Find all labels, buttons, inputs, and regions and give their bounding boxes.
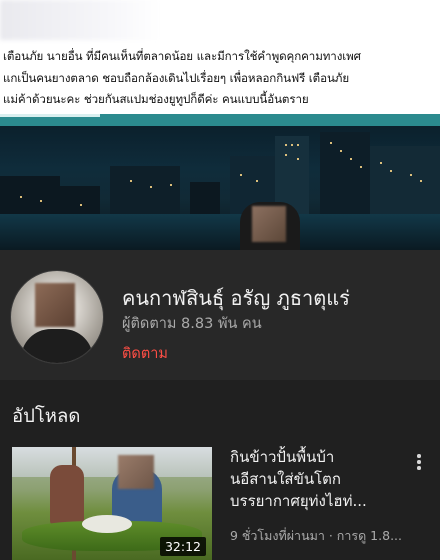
video-title-line: กินข้าวปั้นพื้นบ้า (230, 446, 400, 468)
subscriber-count: ผู้ติดตาม 8.83 พัน คน (122, 312, 262, 335)
video-title[interactable]: กินข้าวปั้นพื้นบ้า นอีสานใส่ขันโตก บรรยา… (230, 446, 400, 512)
blurred-face (252, 206, 286, 242)
channel-header: คนกาฬสินธุ์ อรัญ ภูธาตุแร่ ผู้ติดตาม 8.8… (0, 250, 440, 380)
post-line: เตือนภัย นายอื่น ที่มีคนเห็นที่ตลาดน้อย … (3, 46, 437, 68)
section-title: อัปโหลด (12, 402, 80, 431)
blurred-header (0, 0, 160, 40)
subscribe-button[interactable]: ติดตาม (122, 342, 168, 365)
blurred-face (118, 455, 154, 489)
post-text: เตือนภัย นายอื่น ที่มีคนเห็นที่ตลาดน้อย … (3, 46, 437, 111)
post-line: แกเป็นคนยางตลาด ชอบถือกล้องเดินไปเรื่อยๆ… (3, 68, 437, 90)
rooftop-wall (0, 214, 440, 250)
channel-banner (0, 114, 440, 250)
post-line: แม่ค้าด้วยนะคะ ช่วยกันสแปมช่องยูทูปก็ดีค… (3, 89, 437, 111)
channel-name[interactable]: คนกาฬสินธุ์ อรัญ ภูธาตุแร่ (122, 282, 350, 314)
more-vert-icon[interactable] (413, 452, 425, 472)
channel-avatar[interactable] (10, 270, 104, 364)
video-thumbnail[interactable]: 32:12 (12, 447, 212, 560)
video-title-line: นอีสานใส่ขันโตก (230, 468, 400, 490)
youtube-screenshot: คนกาฬสินธุ์ อรัญ ภูธาตุแร่ ผู้ติดตาม 8.8… (0, 114, 440, 560)
video-meta: 9 ชั่วโมงที่ผ่านมา · การดู 1.8... (230, 526, 420, 546)
banner-top-bar (0, 114, 440, 126)
uploads-section: อัปโหลด 32:12 กินข้าวปั้นพื้นบ้า นอีสานใ… (0, 380, 440, 560)
video-duration: 32:12 (160, 537, 206, 556)
video-title-line: บรรยากาศยุท่งไฮท่... (230, 490, 400, 512)
